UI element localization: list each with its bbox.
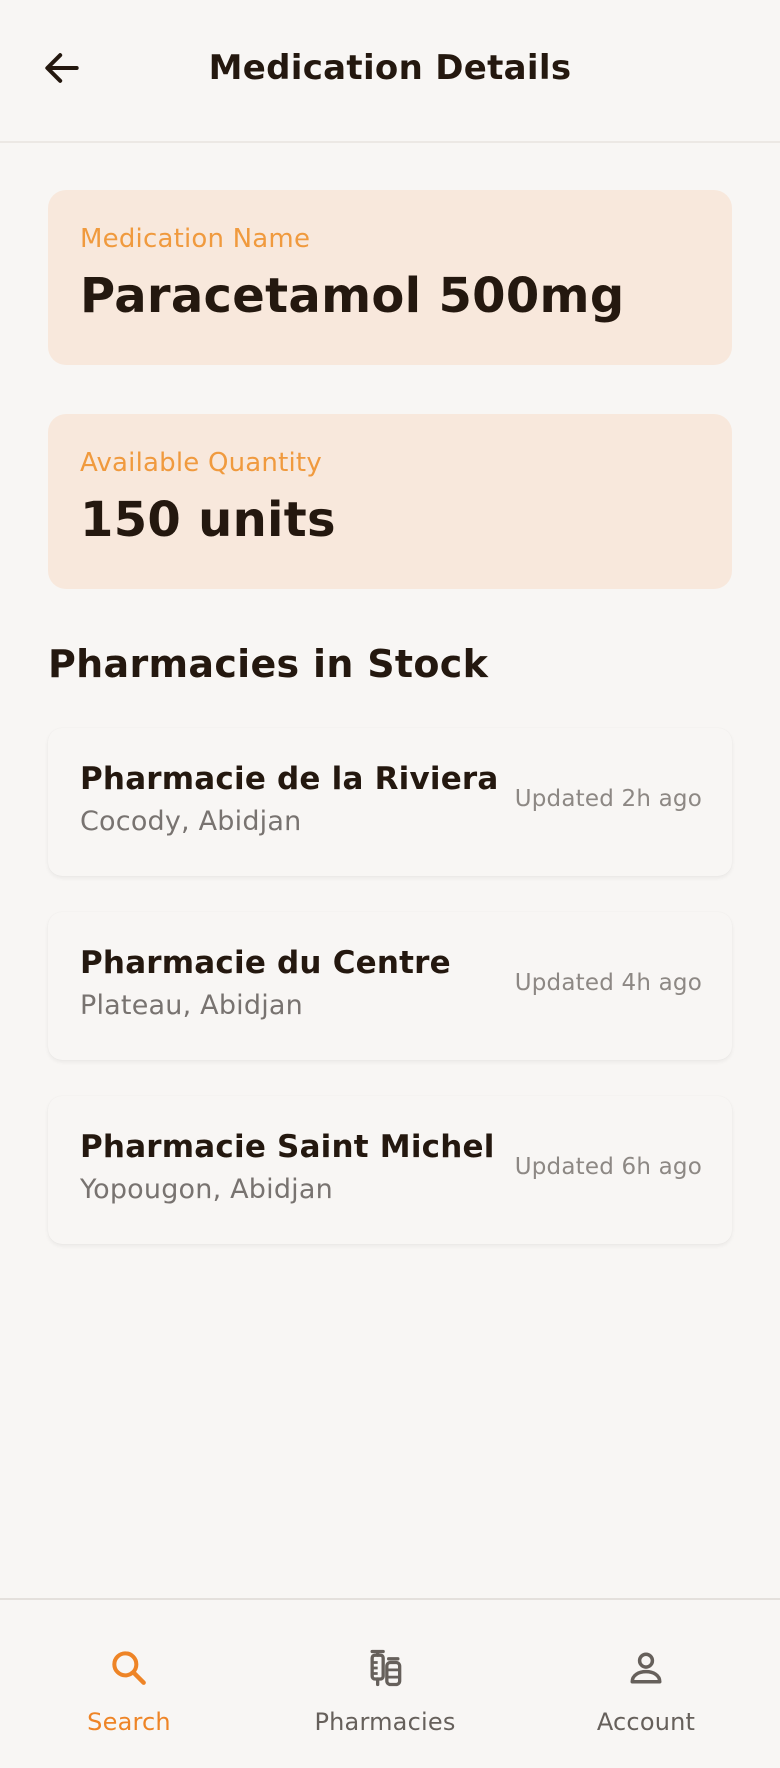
pharmacy-updated-time: Updated 2h ago: [514, 786, 702, 812]
available-quantity-card: Available Quantity 150 units: [48, 414, 732, 589]
pharmacy-card[interactable]: Pharmacie de la Riviera Cocody, Abidjan …: [48, 728, 732, 876]
nav-label-account: Account: [596, 1708, 696, 1736]
pharmacy-card[interactable]: Pharmacie du Centre Plateau, Abidjan Upd…: [48, 912, 732, 1060]
pharmacy-list: Pharmacie de la Riviera Cocody, Abidjan …: [48, 728, 732, 1280]
bottom-navigation: Search Pharmacies Account: [0, 1598, 780, 1768]
nav-label-search: Search: [87, 1708, 171, 1736]
medicine-icon: [285, 1644, 485, 1692]
pharmacy-updated-time: Updated 6h ago: [514, 1154, 702, 1180]
nav-item-search[interactable]: Search: [29, 1600, 229, 1768]
pharmacies-section-title: Pharmacies in Stock: [48, 642, 489, 686]
pharmacy-updated-time: Updated 4h ago: [514, 970, 702, 996]
nav-item-account[interactable]: Account: [546, 1600, 746, 1768]
search-icon: [29, 1644, 229, 1692]
medication-name-card: Medication Name Paracetamol 500mg: [48, 190, 732, 365]
page-title: Medication Details: [208, 48, 572, 88]
nav-label-pharmacies: Pharmacies: [314, 1708, 456, 1736]
app-header: Medication Details: [0, 0, 780, 143]
pharmacy-card[interactable]: Pharmacie Saint Michel Yopougon, Abidjan…: [48, 1096, 732, 1244]
person-icon: [546, 1644, 746, 1692]
medication-name-value: Paracetamol 500mg: [80, 268, 625, 324]
available-quantity-label: Available Quantity: [80, 448, 322, 478]
medication-name-label: Medication Name: [80, 224, 311, 254]
nav-item-pharmacies[interactable]: Pharmacies: [285, 1600, 485, 1768]
available-quantity-value: 150 units: [80, 492, 336, 548]
